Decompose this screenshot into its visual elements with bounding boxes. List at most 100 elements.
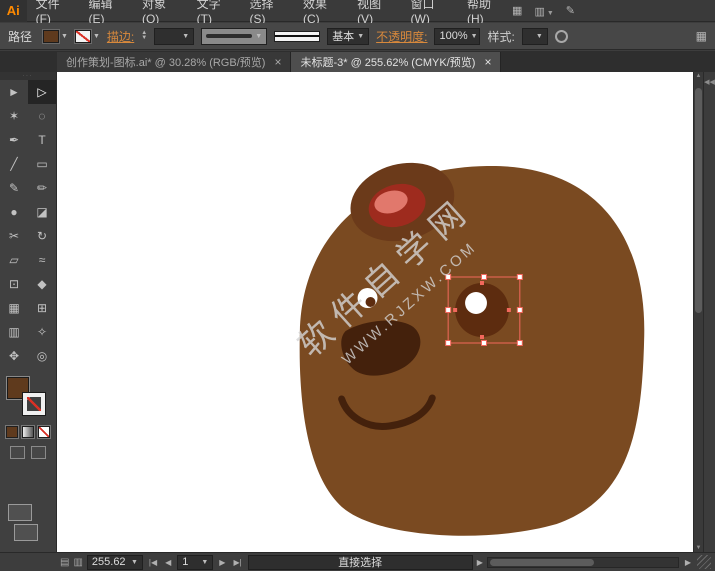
selection-handle[interactable]: [481, 341, 486, 346]
width-profile-select[interactable]: ▼: [201, 28, 267, 45]
width-tool[interactable]: ≈: [28, 248, 56, 272]
workspace-switcher[interactable]: ▥▼: [534, 2, 553, 20]
selection-handle[interactable]: [446, 275, 451, 280]
scale-tool[interactable]: ▱: [0, 248, 28, 272]
opacity-panel-link[interactable]: 不透明度:: [376, 28, 427, 45]
app-logo: Ai: [0, 0, 27, 22]
status-doc-icon[interactable]: ▥: [73, 557, 82, 568]
page-rect-icon[interactable]: [8, 504, 32, 521]
stroke-color-dropdown[interactable]: ▼: [75, 30, 100, 43]
paintbrush-tool[interactable]: ✎: [0, 176, 28, 200]
close-icon[interactable]: ×: [484, 55, 491, 69]
mesh-tool[interactable]: ⊞: [28, 296, 56, 320]
stroke-weight-stepper[interactable]: ▲ ▼: [141, 31, 147, 41]
scroll-up-icon[interactable]: ▲: [694, 73, 703, 79]
first-artboard-button[interactable]: |◀: [147, 558, 159, 567]
close-icon[interactable]: ×: [274, 55, 281, 69]
menu-item-window[interactable]: 窗口(W): [402, 0, 458, 22]
shape-builder-tool[interactable]: ◆: [28, 272, 56, 296]
artboard[interactable]: [57, 72, 693, 552]
drawing-mode-button[interactable]: [10, 446, 25, 459]
stroke-panel-link[interactable]: 描边:: [107, 28, 134, 45]
app-grid-icon[interactable]: ▦: [512, 4, 522, 17]
menu-item-edit[interactable]: 编辑(E): [79, 0, 132, 22]
screen-mode-button[interactable]: [31, 446, 46, 459]
status-menu-icon[interactable]: ▶: [477, 558, 483, 567]
anchor-point[interactable]: [453, 308, 457, 312]
next-artboard-button[interactable]: ▶: [217, 558, 227, 567]
artboard-number-select[interactable]: 1 ▼: [177, 555, 213, 570]
selection-handle[interactable]: [446, 308, 451, 313]
pen-tool[interactable]: ✒: [0, 128, 28, 152]
vertical-scroll-thumb[interactable]: [695, 88, 702, 313]
canvas-area[interactable]: 软件自学网 WWW.RJZXW.COM: [57, 72, 693, 552]
pencil-tool[interactable]: ✏: [28, 176, 56, 200]
direct-selection-tool[interactable]: ▷: [28, 80, 56, 104]
style-select[interactable]: ▼: [522, 28, 548, 45]
menu-item-help[interactable]: 帮助(H): [458, 0, 512, 22]
previous-artboard-button[interactable]: ◀: [163, 558, 173, 567]
free-transform-tool[interactable]: ⊡: [0, 272, 28, 296]
scissors-tool[interactable]: ✂: [0, 224, 28, 248]
magic-wand-tool[interactable]: ✶: [0, 104, 28, 128]
selection-tool[interactable]: ►: [0, 80, 28, 104]
workspace-icon: ▥: [534, 6, 544, 18]
anchor-point[interactable]: [480, 335, 484, 339]
menu-item-select[interactable]: 选择(S): [241, 0, 294, 22]
fill-color-dropdown[interactable]: ▼: [43, 30, 68, 43]
lasso-tool[interactable]: ◌: [28, 104, 56, 128]
rectangle-tool[interactable]: ▭: [28, 152, 56, 176]
selection-handle[interactable]: [517, 275, 522, 280]
opacity-select[interactable]: 100% ▼: [434, 28, 480, 45]
gradient-tool[interactable]: ▥: [0, 320, 28, 344]
expand-dock-icon[interactable]: ◀◀: [704, 78, 715, 86]
horizontal-scroll-thumb[interactable]: [490, 559, 595, 566]
chevron-down-icon: ▼: [536, 33, 543, 40]
scroll-down-icon[interactable]: ▼: [694, 545, 703, 551]
selection-handle[interactable]: [517, 308, 522, 313]
type-tool[interactable]: T: [28, 128, 56, 152]
bear-right-eye-pupil: [465, 292, 487, 314]
vertical-scrollbar[interactable]: ▲ ▼: [693, 72, 703, 552]
hand-tool[interactable]: ✥: [0, 344, 28, 368]
zoom-tool[interactable]: ◎: [28, 344, 56, 368]
zoom-level-select[interactable]: 255.62 ▼: [87, 555, 143, 570]
menu-item-effect[interactable]: 效果(C): [294, 0, 348, 22]
horizontal-scrollbar[interactable]: [487, 557, 679, 568]
rotate-tool[interactable]: ↻: [28, 224, 56, 248]
tools-grid: ► ▷ ✶ ◌ ✒ T ╱ ▭ ✎ ✏ ● ◪ ✂ ↻ ▱ ≈ ⊡ ◆ ▦ ⊞ …: [0, 80, 56, 368]
document-tab-1[interactable]: 创作策划-图标.ai* @ 30.28% (RGB/预览) ×: [57, 52, 291, 72]
stroke-color-swatch[interactable]: [23, 393, 45, 415]
scroll-right-icon[interactable]: ▶: [683, 558, 693, 567]
align-panel-icon[interactable]: ▦: [696, 29, 707, 43]
blob-brush-tool[interactable]: ●: [0, 200, 28, 224]
selection-handle[interactable]: [481, 275, 486, 280]
menu-item-view[interactable]: 视图(V): [348, 0, 401, 22]
line-segment-tool[interactable]: ╱: [0, 152, 28, 176]
panel-dock-strip[interactable]: ◀◀: [703, 72, 715, 552]
document-tab-2[interactable]: 未标题-3* @ 255.62% (CMYK/预览) ×: [291, 52, 501, 72]
stroke-weight-select[interactable]: ▼: [154, 28, 194, 45]
tools-panel-grip[interactable]: ∙∙∙: [0, 72, 56, 80]
perspective-grid-tool[interactable]: ▦: [0, 296, 28, 320]
eraser-tool[interactable]: ◪: [28, 200, 56, 224]
menu-item-object[interactable]: 对象(O): [133, 0, 188, 22]
none-button[interactable]: [38, 426, 50, 438]
brush-definition-select[interactable]: 基本 ▼: [327, 28, 369, 45]
anchor-point[interactable]: [480, 281, 484, 285]
cs-live-swoosh-icon[interactable]: ✎: [566, 4, 575, 17]
recolor-artwork-icon[interactable]: [555, 30, 568, 43]
eyedropper-tool[interactable]: ✧: [28, 320, 56, 344]
selection-handle[interactable]: [446, 341, 451, 346]
anchor-point[interactable]: [507, 308, 511, 312]
status-grid-icon[interactable]: ▤: [60, 557, 69, 568]
page-rect-icon[interactable]: [14, 524, 38, 541]
drawing-mode-row: [0, 446, 56, 459]
gradient-button[interactable]: [22, 426, 34, 438]
last-artboard-button[interactable]: ▶|: [231, 558, 243, 567]
selection-handle[interactable]: [517, 341, 522, 346]
color-button[interactable]: [6, 426, 18, 438]
resize-grip[interactable]: [697, 555, 711, 569]
menu-item-type[interactable]: 文字(T): [188, 0, 241, 22]
menu-item-file[interactable]: 文件(F): [27, 0, 80, 22]
